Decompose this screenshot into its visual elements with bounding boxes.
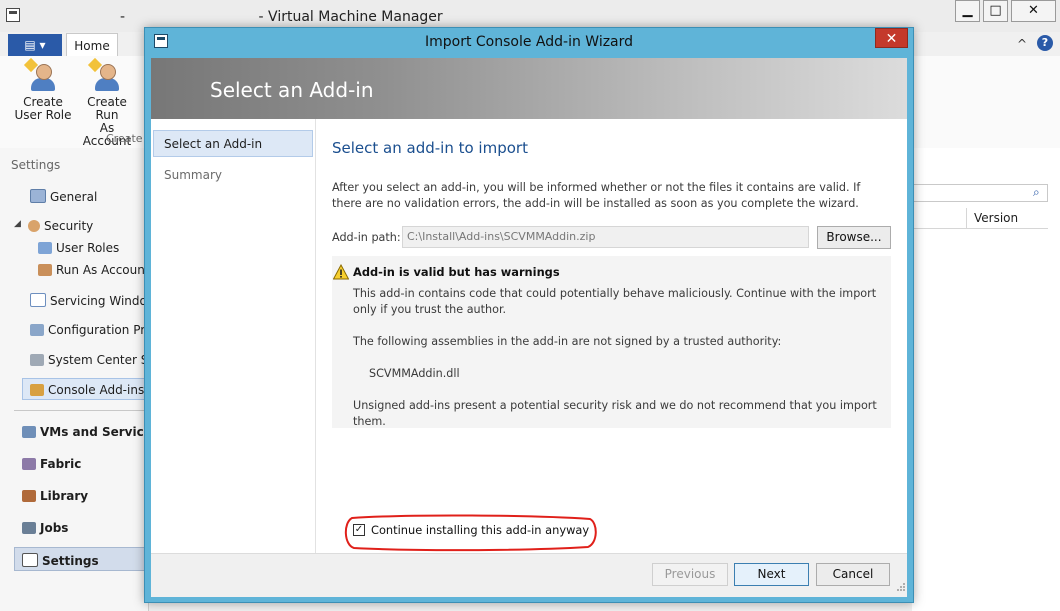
results-search-input[interactable]	[912, 184, 1048, 202]
security-risk-text: Unsigned add-ins present a potential sec…	[353, 399, 877, 428]
maximize-button[interactable]: □	[983, 0, 1008, 22]
add-in-path-label: Add-in path:	[332, 231, 401, 244]
unsigned-assemblies-text: The following assemblies in the add-in a…	[353, 335, 782, 348]
page-description: After you select an add-in, you will be …	[332, 181, 861, 210]
next-button[interactable]: Next	[734, 563, 809, 586]
page-heading: Select an add-in to import	[332, 139, 528, 157]
file-menu-tab[interactable]: ▤ ▾	[8, 34, 62, 56]
warning-title: Add-in is valid but has warnings	[353, 265, 560, 279]
tab-home[interactable]: Home	[66, 33, 118, 57]
system-center-icon	[30, 354, 44, 366]
ribbon-collapse-icon[interactable]: ^	[1017, 37, 1027, 51]
main-window-title: - - Virtual Machine Manager	[120, 9, 443, 25]
nav-item-servicing-windows[interactable]: Servicing Windows	[30, 293, 148, 308]
dialog-title: Import Console Add-in Wizard	[424, 34, 634, 50]
column-divider[interactable]	[966, 208, 967, 228]
addins-icon	[30, 384, 44, 396]
vms-icon	[22, 426, 36, 438]
workspace-jobs[interactable]: Jobs	[22, 521, 68, 535]
nav-item-system-center-settings[interactable]: System Center Settings	[30, 353, 148, 367]
workspace-library[interactable]: Library	[22, 489, 88, 503]
browse-button[interactable]: Browse...	[817, 226, 891, 249]
nav-item-user-roles[interactable]: User Roles	[38, 241, 119, 255]
resize-grip-icon[interactable]	[896, 582, 906, 592]
column-version[interactable]: Version	[974, 211, 1018, 225]
wizard-steps	[151, 119, 316, 553]
library-icon	[22, 490, 36, 502]
help-icon[interactable]: ?	[1037, 35, 1053, 51]
jobs-icon	[22, 522, 36, 534]
security-expander-icon[interactable]: ◢	[14, 219, 21, 229]
create-user-role-button[interactable]: Create User Role	[14, 57, 72, 122]
user-role-icon	[23, 57, 58, 92]
fabric-icon	[22, 458, 36, 470]
calendar-icon	[30, 293, 46, 307]
assembly-name: SCVMMAddin.dll	[369, 367, 460, 380]
nav-heading: Settings	[11, 158, 61, 172]
search-icon[interactable]: ⌕	[1033, 185, 1040, 200]
workspace-fabric[interactable]: Fabric	[22, 457, 81, 471]
dialog-close-button[interactable]: ✕	[875, 28, 908, 48]
wizard-banner-title: Select an Add-in	[210, 78, 374, 102]
nav-item-general[interactable]: General	[30, 189, 97, 204]
workspace-vms-and-services[interactable]: VMs and Services	[22, 425, 159, 439]
app-icon	[6, 8, 20, 22]
warning-text: This add-in contains code that could pot…	[353, 287, 877, 316]
run-as-icon	[38, 264, 52, 276]
nav-item-configuration-providers[interactable]: Configuration Providers	[30, 323, 148, 337]
nav-item-console-add-ins[interactable]: Console Add-ins	[30, 383, 144, 397]
run-as-account-icon	[87, 57, 122, 92]
nav-item-security[interactable]: Security	[28, 219, 93, 233]
ribbon-group-label: Create	[106, 132, 143, 145]
highlight-annotation	[344, 514, 597, 552]
user-roles-icon	[38, 242, 52, 254]
warning-icon	[333, 264, 349, 280]
cancel-button[interactable]: Cancel	[816, 563, 890, 586]
config-icon	[30, 324, 44, 336]
security-icon	[28, 220, 40, 232]
settings-icon	[22, 553, 38, 567]
add-in-path-field[interactable]: C:\Install\Add-ins\SCVMMAddin.zip	[402, 226, 809, 248]
previous-button[interactable]: Previous	[652, 563, 728, 586]
general-icon	[30, 189, 46, 203]
minimize-button[interactable]: ▁	[955, 0, 980, 22]
step-summary[interactable]: Summary	[164, 168, 222, 182]
nav-item-run-as-accounts[interactable]: Run As Accounts	[38, 263, 148, 277]
main-close-button[interactable]: ✕	[1011, 0, 1056, 22]
workspace-settings[interactable]: Settings	[22, 553, 99, 568]
workspace-divider	[14, 410, 148, 411]
step-select-add-in[interactable]: Select an Add-in	[164, 137, 262, 151]
